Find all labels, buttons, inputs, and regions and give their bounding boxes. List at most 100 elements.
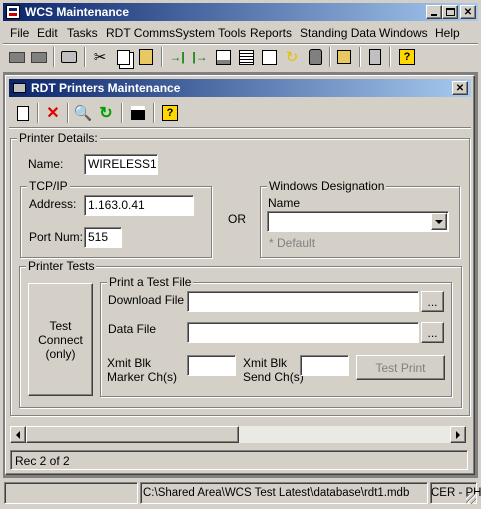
close-button[interactable]: ✕	[460, 5, 476, 19]
copy-button[interactable]	[112, 46, 134, 68]
new-document-icon	[17, 105, 29, 121]
form-button[interactable]	[212, 46, 234, 68]
arrow-left-icon: |→	[192, 50, 208, 64]
move-right-button[interactable]: →|	[166, 46, 188, 68]
database-button[interactable]	[304, 46, 326, 68]
test-connect-label-line1: Test	[49, 318, 72, 333]
list-icon	[238, 49, 254, 65]
menu-system-tools[interactable]: System Tools	[175, 25, 246, 41]
or-label: OR	[228, 212, 246, 226]
arrow-right-icon: →|	[169, 50, 185, 64]
chevron-down-icon	[435, 219, 443, 224]
scroll-right-button[interactable]	[450, 426, 466, 443]
new-record-button[interactable]	[12, 102, 34, 124]
download-file-field[interactable]	[187, 291, 419, 312]
port-num-label: Port Num:	[29, 230, 84, 244]
scissors-icon: ✂	[93, 49, 107, 66]
printer-tests-label: Printer Tests	[26, 259, 97, 273]
test-connect-button[interactable]: Test Connect (only)	[28, 283, 93, 396]
delete-record-button[interactable]: ✕	[42, 102, 64, 124]
data-file-field[interactable]	[187, 322, 419, 343]
refresh-button[interactable]: ↻	[281, 46, 303, 68]
toolbar-separator	[37, 103, 39, 123]
tcpip-label: TCP/IP	[27, 179, 70, 193]
refresh-records-button[interactable]: ↻	[95, 102, 117, 124]
printer-name-field[interactable]: WIRELESS1	[84, 154, 158, 175]
windows-name-select[interactable]	[267, 211, 449, 232]
folder-icon	[31, 51, 47, 63]
calculator-icon	[369, 49, 381, 65]
address-field[interactable]: 1.163.0.41	[84, 195, 194, 216]
properties-icon	[261, 49, 277, 65]
main-title-bar: WCS Maintenance ✕	[3, 3, 478, 21]
test-print-button[interactable]: Test Print	[356, 355, 445, 380]
dropdown-button[interactable]	[431, 213, 447, 230]
move-left-button[interactable]: |→	[189, 46, 211, 68]
maximize-button[interactable]	[442, 5, 458, 19]
menu-rdt-comms[interactable]: RDT Comms	[106, 25, 175, 41]
address-label: Address:	[29, 197, 77, 211]
open-folder-button[interactable]	[6, 46, 28, 68]
print-button[interactable]	[58, 46, 80, 68]
close-folder-button[interactable]	[28, 46, 50, 68]
maximize-icon	[445, 8, 455, 16]
close-icon: ✕	[455, 82, 465, 94]
toolbar-separator	[121, 103, 123, 123]
menu-windows[interactable]: Windows	[379, 25, 428, 41]
toolbar-separator	[359, 47, 361, 67]
child-help-button[interactable]: ?	[159, 102, 181, 124]
data-browse-button[interactable]: ...	[421, 322, 444, 343]
floppy-disk-icon	[131, 106, 145, 120]
refresh-icon: ↻	[285, 49, 299, 66]
download-file-label: Download File	[108, 293, 185, 307]
default-note: * Default	[269, 236, 316, 250]
xmit-marker-field[interactable]	[187, 355, 236, 376]
menu-help[interactable]: Help	[435, 25, 460, 41]
properties-button[interactable]	[258, 46, 280, 68]
exit-button[interactable]	[333, 46, 355, 68]
port-num-field[interactable]: 515	[84, 227, 122, 248]
print-test-file-label: Print a Test File	[107, 275, 194, 289]
list-button[interactable]	[235, 46, 257, 68]
menu-file[interactable]: File	[10, 25, 29, 41]
menu-standing-data[interactable]: Standing Data	[300, 25, 376, 41]
database-path: C:\Shared Area\WCS Test Latest\database\…	[143, 487, 410, 499]
xmit-send-field[interactable]	[300, 355, 349, 376]
windows-designation-label: Windows Designation	[267, 179, 387, 193]
toolbar-separator	[67, 103, 69, 123]
horizontal-scrollbar[interactable]	[10, 426, 466, 443]
open-folder-icon	[9, 51, 25, 63]
app-title: WCS Maintenance	[25, 5, 130, 19]
record-status: Rec 2 of 2	[15, 454, 70, 468]
menu-tasks[interactable]: Tasks	[67, 25, 98, 41]
save-button[interactable]	[127, 102, 149, 124]
resize-grip-icon[interactable]	[466, 494, 476, 504]
arrow-left-icon	[16, 430, 20, 439]
calculator-button[interactable]	[364, 46, 386, 68]
record-status-bar: Rec 2 of 2	[10, 450, 468, 470]
scroll-left-button[interactable]	[10, 426, 26, 443]
help-button[interactable]: ?	[396, 46, 418, 68]
arrow-right-icon	[456, 430, 460, 439]
toolbar-separator	[53, 47, 55, 67]
find-button[interactable]: 🔍	[72, 102, 94, 124]
xmit-marker-label-line2: Marker Ch(s)	[107, 370, 178, 384]
test-connect-label-line2: Connect	[38, 332, 83, 347]
magnifier-icon: 🔍	[73, 105, 93, 122]
refresh-icon: ↻	[99, 105, 113, 122]
menu-edit[interactable]: Edit	[37, 25, 58, 41]
form-icon	[215, 49, 231, 65]
menu-reports[interactable]: Reports	[250, 25, 292, 41]
cut-button[interactable]: ✂	[89, 46, 111, 68]
copy-icon	[116, 49, 130, 65]
child-title-bar: RDT Printers Maintenance ✕	[9, 79, 471, 97]
minimize-button[interactable]	[426, 5, 442, 19]
child-close-button[interactable]: ✕	[452, 81, 468, 95]
toolbar-separator	[84, 47, 86, 67]
paste-button[interactable]	[135, 46, 157, 68]
download-browse-button[interactable]: ...	[421, 291, 444, 312]
xmit-send-label-line1: Xmit Blk	[243, 356, 288, 370]
toolbar-divider	[9, 127, 471, 129]
xmit-marker-label-line1: Xmit Blk	[107, 356, 152, 370]
scroll-thumb[interactable]	[26, 426, 239, 443]
